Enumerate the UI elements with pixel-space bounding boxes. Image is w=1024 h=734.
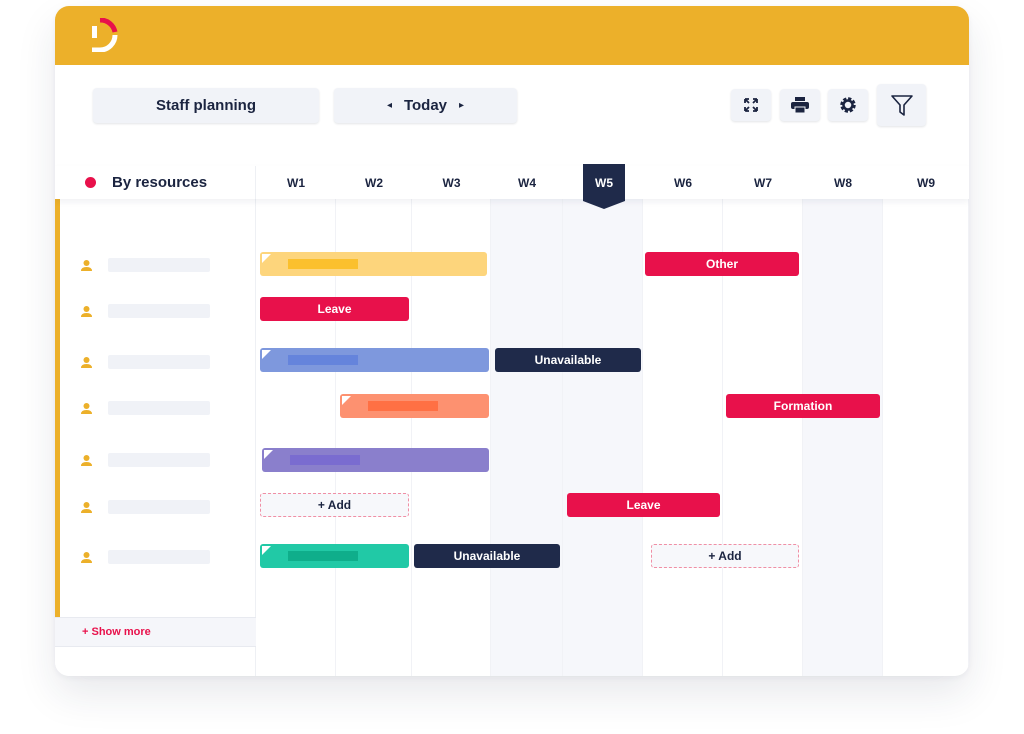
absence-label: Leave (626, 498, 661, 512)
resource-name-placeholder (108, 304, 210, 318)
brand-logo-icon (92, 18, 118, 52)
add-event-label: + Add (708, 549, 742, 563)
group-by-label: By resources (112, 174, 208, 191)
user-icon (81, 551, 92, 563)
week-w6[interactable]: W6 (643, 166, 723, 199)
resource-name-placeholder (108, 401, 210, 415)
print-button[interactable] (780, 89, 820, 121)
week-w8[interactable]: W8 (803, 166, 883, 199)
project-bar[interactable] (260, 544, 409, 568)
expand-button[interactable] (731, 89, 771, 121)
absence-bar-leave[interactable]: Leave (567, 493, 720, 517)
user-icon (81, 356, 92, 368)
corner-fold-icon (262, 254, 271, 263)
resource-row[interactable] (80, 354, 240, 370)
user-icon (81, 454, 92, 466)
planning-card: Staff planning ◂ Today ▸ By resources W1… (55, 6, 969, 676)
resource-name-placeholder (108, 258, 210, 272)
project-bar[interactable] (260, 252, 487, 276)
user-icon (81, 305, 92, 317)
view-selector-label: Staff planning (156, 97, 256, 114)
expand-icon (744, 98, 758, 112)
resource-row[interactable] (80, 303, 240, 319)
absence-label: Leave (317, 302, 352, 316)
resource-row[interactable] (80, 549, 240, 565)
absence-label: Unavailable (534, 353, 602, 367)
week-column (491, 199, 563, 676)
sidebar-accent-bar (55, 199, 60, 617)
timeline-header: By resources W1 W2 W3 W4 W5 W6 W7 W8 W9 (55, 164, 969, 209)
user-icon (81, 402, 92, 414)
absence-bar-formation[interactable]: Formation (726, 394, 880, 418)
project-bar[interactable] (262, 448, 489, 472)
week-w2[interactable]: W2 (336, 166, 412, 199)
week-w7[interactable]: W7 (723, 166, 803, 199)
view-selector-button[interactable]: Staff planning (93, 88, 319, 123)
print-icon (791, 97, 809, 113)
user-icon (81, 501, 92, 513)
absence-bar-other[interactable]: Other (645, 252, 799, 276)
absence-bar-leave[interactable]: Leave (260, 297, 409, 321)
top-bar (55, 6, 969, 65)
corner-fold-icon (342, 396, 351, 405)
absence-bar-unavailable[interactable]: Unavailable (414, 544, 560, 568)
week-w1[interactable]: W1 (256, 166, 336, 199)
project-label-placeholder (290, 455, 360, 465)
filter-icon (890, 95, 913, 116)
group-by-selector[interactable]: By resources (55, 166, 256, 199)
project-label-placeholder (288, 355, 358, 365)
resource-sidebar: + Show more (55, 199, 256, 676)
week-w4[interactable]: W4 (491, 166, 563, 199)
next-arrow-icon[interactable]: ▸ (459, 100, 464, 111)
previous-arrow-icon[interactable]: ◂ (387, 100, 392, 111)
show-more-button[interactable]: + Show more (55, 617, 256, 647)
week-column (883, 199, 969, 676)
gear-icon (840, 97, 856, 113)
week-column (803, 199, 883, 676)
add-event-button[interactable]: + Add (260, 493, 409, 517)
project-label-placeholder (288, 259, 358, 269)
group-indicator-dot (85, 177, 96, 188)
resource-name-placeholder (108, 453, 210, 467)
corner-fold-icon (262, 546, 271, 555)
planning-grid: Other Leave Unavailable Formation + Add Leave… (256, 199, 969, 676)
resource-row[interactable] (80, 499, 240, 515)
absence-label: Unavailable (453, 549, 521, 563)
week-w9[interactable]: W9 (883, 166, 969, 199)
today-button[interactable]: Today (404, 97, 447, 114)
filter-button[interactable] (877, 84, 926, 126)
absence-label: Formation (773, 399, 833, 413)
resource-row[interactable] (80, 452, 240, 468)
project-label-placeholder (368, 401, 438, 411)
add-event-label: + Add (317, 498, 352, 512)
project-label-placeholder (288, 551, 358, 561)
user-icon (81, 259, 92, 271)
resource-row[interactable] (80, 400, 240, 416)
project-bar[interactable] (340, 394, 489, 418)
settings-button[interactable] (828, 89, 868, 121)
absence-bar-unavailable[interactable]: Unavailable (495, 348, 641, 372)
resource-name-placeholder (108, 550, 210, 564)
week-column (563, 199, 643, 676)
add-event-button[interactable]: + Add (651, 544, 799, 568)
resource-name-placeholder (108, 355, 210, 369)
resource-name-placeholder (108, 500, 210, 514)
corner-fold-icon (264, 450, 273, 459)
absence-label: Other (705, 257, 738, 271)
week-w3[interactable]: W3 (412, 166, 491, 199)
resource-row[interactable] (80, 257, 240, 273)
corner-fold-icon (262, 350, 271, 359)
project-bar[interactable] (260, 348, 489, 372)
week-w5-current[interactable]: W5 (583, 164, 625, 209)
today-navigator: ◂ Today ▸ (334, 88, 517, 123)
